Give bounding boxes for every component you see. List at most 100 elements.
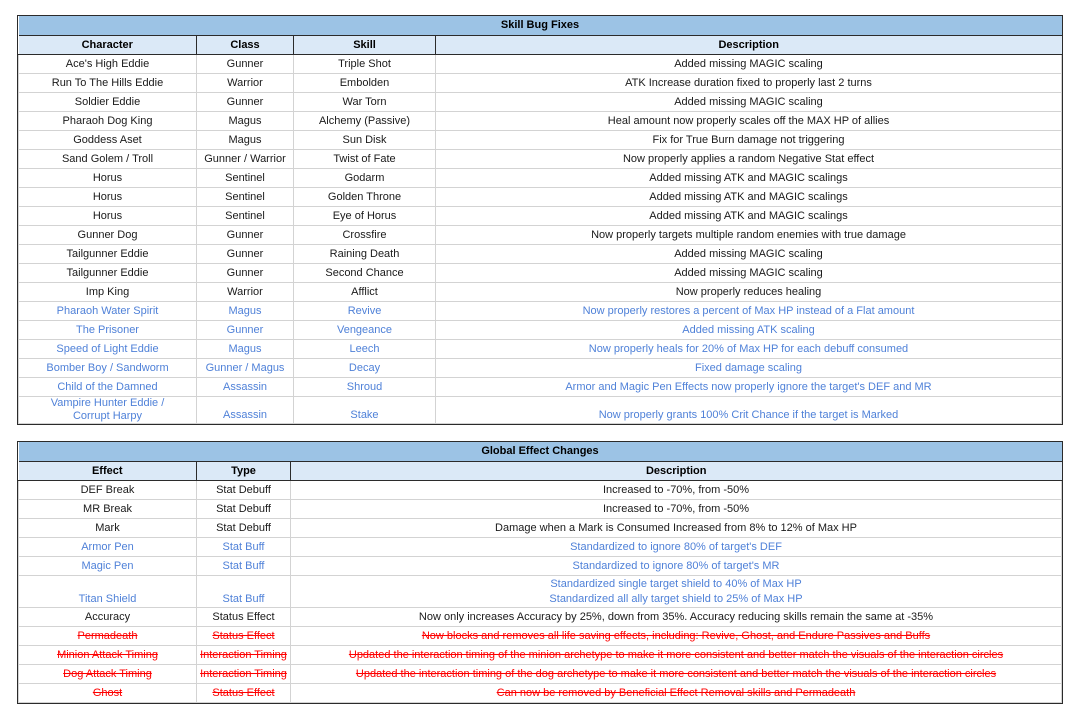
cell-description: Fix for True Burn damage not triggering	[435, 130, 1062, 150]
cell-character: Child of the Damned	[18, 377, 197, 397]
cell-skill: Triple Shot	[293, 54, 436, 74]
table-title-row: Skill Bug Fixes	[18, 16, 1062, 36]
cell-description: Now properly heals for 20% of Max HP for…	[435, 339, 1062, 359]
cell-type: Stat Buff	[196, 556, 291, 576]
cell-skill: Vengeance	[293, 320, 436, 340]
cell-description: ATK Increase duration fixed to properly …	[435, 73, 1062, 93]
skill-bug-fixes-body: Skill Bug Fixes Character Class Skill De…	[18, 16, 1062, 424]
cell-skill: Godarm	[293, 168, 436, 188]
cell-description: Added missing ATK and MAGIC scalings	[435, 168, 1062, 188]
cell-description: Now properly grants 100% Crit Chance if …	[435, 396, 1062, 424]
table-row: Pharaoh Dog King Magus Alchemy (Passive)…	[18, 111, 1062, 131]
cell-character: Soldier Eddie	[18, 92, 197, 112]
cell-skill: Embolden	[293, 73, 436, 93]
cell-description: Added missing MAGIC scaling	[435, 263, 1062, 283]
table-row: Goddess Aset Magus Sun Disk Fix for True…	[18, 130, 1062, 150]
table-row: Vampire Hunter Eddie / Corrupt Harpy Assa…	[18, 396, 1062, 424]
cell-class: Gunner	[196, 54, 294, 74]
cell-class: Assassin	[196, 396, 294, 424]
cell-skill: Eye of Horus	[293, 206, 436, 226]
table-title-row: Global Effect Changes	[18, 442, 1062, 462]
cell-skill: Revive	[293, 301, 436, 321]
table-row: Horus Sentinel Eye of Horus Added missin…	[18, 206, 1062, 226]
table-row: Mark Stat Debuff Damage when a Mark is C…	[18, 518, 1062, 538]
cell-description: Standardized to ignore 80% of target's D…	[290, 537, 1062, 557]
cell-type: Stat Debuff	[196, 480, 291, 500]
cell-class: Sentinel	[196, 187, 294, 207]
global-effect-changes-grid: Global Effect Changes Effect Type Descri…	[18, 442, 1062, 703]
table-row: Dog Attack Timing Interaction Timing Upd…	[18, 664, 1062, 684]
cell-description: Added missing MAGIC scaling	[435, 244, 1062, 264]
cell-effect: Ghost	[18, 683, 197, 703]
cell-class: Gunner	[196, 92, 294, 112]
table-row: Tailgunner Eddie Gunner Second Chance Ad…	[18, 263, 1062, 283]
cell-effect: Mark	[18, 518, 197, 538]
cell-description: Now only increases Accuracy by 25%, down…	[290, 607, 1062, 627]
cell-type: Stat Debuff	[196, 518, 291, 538]
cell-effect: Magic Pen	[18, 556, 197, 576]
cell-skill: Golden Throne	[293, 187, 436, 207]
cell-class: Magus	[196, 111, 294, 131]
cell-class: Gunner	[196, 244, 294, 264]
cell-effect: Permadeath	[18, 626, 197, 646]
table-row: Ace's High Eddie Gunner Triple Shot Adde…	[18, 54, 1062, 74]
cell-character: The Prisoner	[18, 320, 197, 340]
cell-class: Gunner	[196, 320, 294, 340]
cell-character: Gunner Dog	[18, 225, 197, 245]
global-effect-changes-table: Global Effect Changes Effect Type Descri…	[17, 441, 1063, 704]
cell-character: Run To The Hills Eddie	[18, 73, 197, 93]
table-row: Permadeath Status Effect Now blocks and …	[18, 626, 1062, 646]
cell-type: Status Effect	[196, 607, 291, 627]
cell-class: Assassin	[196, 377, 294, 397]
cell-type: Stat Debuff	[196, 499, 291, 519]
table-row: DEF Break Stat Debuff Increased to -70%,…	[18, 480, 1062, 500]
cell-effect: MR Break	[18, 499, 197, 519]
cell-character: Tailgunner Eddie	[18, 263, 197, 283]
cell-description: Damage when a Mark is Consumed Increased…	[290, 518, 1062, 538]
column-header-row: Effect Type Description	[18, 461, 1062, 481]
cell-skill: Stake	[293, 396, 436, 424]
cell-description: Heal amount now properly scales off the …	[435, 111, 1062, 131]
cell-class: Magus	[196, 301, 294, 321]
table-row: Minion Attack Timing Interaction Timing …	[18, 645, 1062, 665]
cell-skill: Decay	[293, 358, 436, 378]
cell-skill: Second Chance	[293, 263, 436, 283]
cell-description: Now blocks and removes all life saving e…	[290, 626, 1062, 646]
cell-class: Warrior	[196, 73, 294, 93]
cell-description: Now properly applies a random Negative S…	[435, 149, 1062, 169]
table-row: Armor Pen Stat Buff Standardized to igno…	[18, 537, 1062, 557]
table-row: Pharaoh Water Spirit Magus Revive Now pr…	[18, 301, 1062, 321]
cell-class: Magus	[196, 339, 294, 359]
cell-character: Pharaoh Dog King	[18, 111, 197, 131]
table-row: Sand Golem / Troll Gunner / Warrior Twis…	[18, 149, 1062, 169]
cell-description: Armor and Magic Pen Effects now properly…	[435, 377, 1062, 397]
table-row: Gunner Dog Gunner Crossfire Now properly…	[18, 225, 1062, 245]
cell-type: Stat Buff	[196, 575, 291, 608]
cell-effect: Minion Attack Timing	[18, 645, 197, 665]
cell-character: Speed of Light Eddie	[18, 339, 197, 359]
column-header-effect: Effect	[18, 461, 197, 481]
table-row: Soldier Eddie Gunner War Torn Added miss…	[18, 92, 1062, 112]
column-header-skill: Skill	[293, 35, 436, 55]
cell-class: Gunner	[196, 263, 294, 283]
cell-character: Sand Golem / Troll	[18, 149, 197, 169]
column-header-description: Description	[290, 461, 1062, 481]
cell-skill: Raining Death	[293, 244, 436, 264]
patch-notes-page: Skill Bug Fixes Character Class Skill De…	[0, 0, 1080, 712]
column-header-row: Character Class Skill Description	[18, 35, 1062, 55]
cell-skill: Crossfire	[293, 225, 436, 245]
cell-effect: Armor Pen	[18, 537, 197, 557]
skill-bug-fixes-table: Skill Bug Fixes Character Class Skill De…	[17, 15, 1063, 425]
cell-type: Interaction Timing	[196, 664, 291, 684]
cell-class: Gunner / Magus	[196, 358, 294, 378]
cell-effect: Accuracy	[18, 607, 197, 627]
cell-type: Interaction Timing	[196, 645, 291, 665]
cell-description: Updated the interaction timing of the do…	[290, 664, 1062, 684]
table-row: Horus Sentinel Godarm Added missing ATK …	[18, 168, 1062, 188]
cell-description: Increased to -70%, from -50%	[290, 480, 1062, 500]
cell-class: Magus	[196, 130, 294, 150]
cell-description: Updated the interaction timing of the mi…	[290, 645, 1062, 665]
cell-description: Added missing MAGIC scaling	[435, 54, 1062, 74]
table-title: Global Effect Changes	[18, 442, 1062, 462]
cell-character: Bomber Boy / Sandworm	[18, 358, 197, 378]
